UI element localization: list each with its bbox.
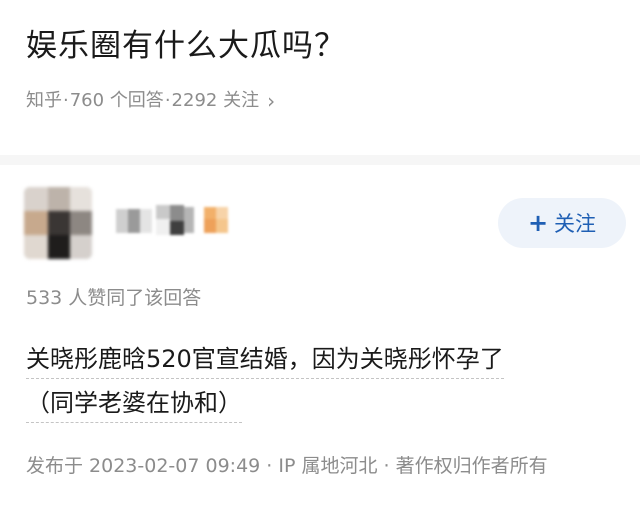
answer-content[interactable]: 关晓彤鹿晗520官宣结婚，因为关晓彤怀孕了 （同学老婆在协和） [26,337,616,425]
answer-text: （同学老婆在协和） [26,389,242,423]
source-label: 知乎 [26,90,62,111]
answer-card: + 关注 533 人赞同了该回答 关晓彤鹿晗520官宣结婚，因为关晓彤怀孕了 （… [0,165,640,526]
follow-button-label: 关注 [554,212,597,236]
publish-info: 发布于 2023-02-07 09:49 · IP 属地河北 · 著作权归作者所… [26,455,548,477]
answer-count: 760 个回答 [69,90,164,111]
question-title[interactable]: 娱乐圈有什么大瓜吗？ [26,26,346,66]
avatar[interactable] [24,187,92,259]
plus-icon: + [527,209,549,237]
answer-content-line: （同学老婆在协和） [26,381,290,425]
section-divider [0,155,640,165]
question-header: 娱乐圈有什么大瓜吗？ 知乎 · 760 个回答 · 2292 关注 › [0,0,640,150]
separator-dot: · [63,90,69,111]
author-name[interactable] [116,203,236,239]
chevron-right-icon[interactable]: › [267,88,275,114]
follower-count: 2292 关注 [171,90,260,111]
separator-dot: · [164,90,171,111]
answer-text: 关晓彤鹿晗520官宣结婚，因为关晓彤怀孕了 [26,345,504,379]
follow-button[interactable]: + 关注 [498,198,626,248]
answer-content-line: 关晓彤鹿晗520官宣结婚，因为关晓彤怀孕了 [26,337,616,381]
vote-count: 533 人赞同了该回答 [26,287,202,309]
question-meta[interactable]: 知乎 · 760 个回答 · 2292 关注 › [26,88,275,114]
